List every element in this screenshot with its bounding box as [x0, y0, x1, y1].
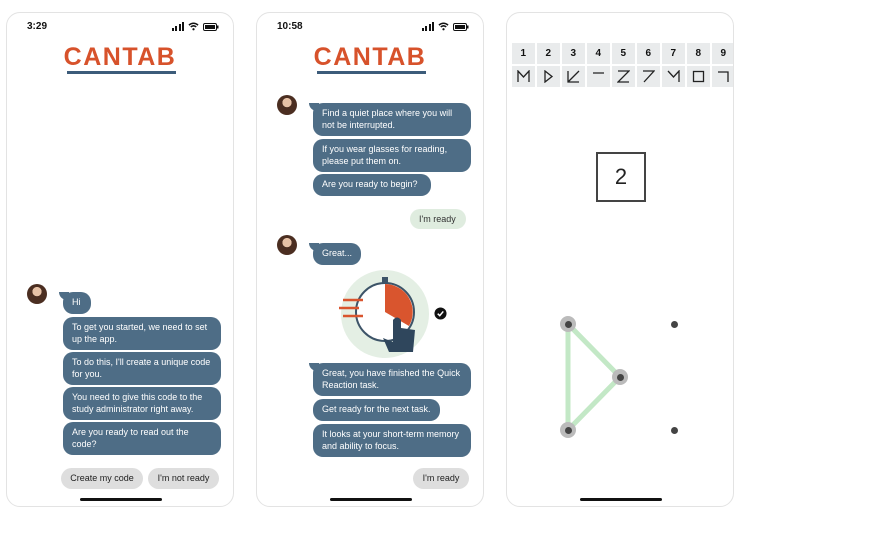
wifi-icon — [438, 22, 449, 31]
battery-icon — [453, 22, 469, 31]
status-bar: 3:29 — [7, 20, 233, 36]
cantab-logo: CANTAB — [313, 43, 427, 71]
chat-bubble: To get you started, we need to set up th… — [63, 317, 221, 350]
assistant-avatar — [277, 235, 297, 255]
home-indicator — [580, 498, 662, 501]
pattern-lines — [565, 322, 623, 433]
create-my-code-button[interactable]: Create my code — [61, 468, 143, 489]
phone-screen-setup: 3:29 CANTAB Hi To get you started, we ne… — [6, 12, 234, 507]
assistant-avatar — [277, 95, 297, 115]
signal-icon — [421, 22, 434, 31]
assistant-avatar — [27, 284, 47, 304]
chat-bubble: Get ready for the next task. — [313, 399, 440, 421]
check-circle-icon — [434, 307, 447, 320]
battery-icon — [203, 22, 219, 31]
home-indicator — [80, 498, 162, 501]
chat-bubble: Are you ready to begin? — [313, 174, 431, 196]
im-ready-button[interactable]: I'm ready — [413, 468, 469, 489]
status-icons — [421, 22, 470, 31]
pattern-node[interactable] — [671, 427, 678, 434]
chat-bubble: Great, you have finished the Quick React… — [309, 363, 471, 396]
pattern-node-center — [564, 426, 572, 434]
status-bar: 10:58 — [257, 20, 483, 36]
pattern-node[interactable] — [671, 321, 678, 328]
chat-bubble-greeting: Hi — [59, 292, 91, 314]
user-reply-bubble: I'm ready — [410, 209, 466, 229]
status-time: 3:29 — [27, 21, 48, 32]
status-time: 10:58 — [277, 21, 303, 32]
home-indicator — [330, 498, 412, 501]
chat-bubble: Are you ready to read out the code? — [63, 422, 221, 455]
chat-bubble: It looks at your short-term memory and a… — [313, 424, 471, 457]
chat-bubble: Great... — [309, 243, 361, 265]
pattern-node-center — [564, 320, 572, 328]
logo-underline — [67, 71, 176, 74]
chat-bubble: To do this, I'll create a unique code fo… — [63, 352, 221, 385]
wifi-icon — [188, 22, 199, 31]
phone-screen-memory-task: 1 2 3 4 5 6 7 8 9 2 — [506, 12, 734, 507]
cantab-logo: CANTAB — [63, 43, 177, 71]
signal-icon — [171, 22, 184, 31]
chat-bubble: If you wear glasses for reading, please … — [313, 139, 471, 172]
phone-screen-chat: 10:58 CANTAB Find a quiet place where yo… — [256, 12, 484, 507]
chat-bubble: You need to give this code to the study … — [63, 387, 221, 420]
pattern-node-center — [616, 373, 624, 381]
status-icons — [171, 22, 220, 31]
logo-underline — [317, 71, 426, 74]
chat-bubble: Find a quiet place where you will not be… — [309, 103, 471, 136]
stopwatch-tap-icon — [339, 270, 429, 358]
not-ready-button[interactable]: I'm not ready — [148, 468, 219, 489]
